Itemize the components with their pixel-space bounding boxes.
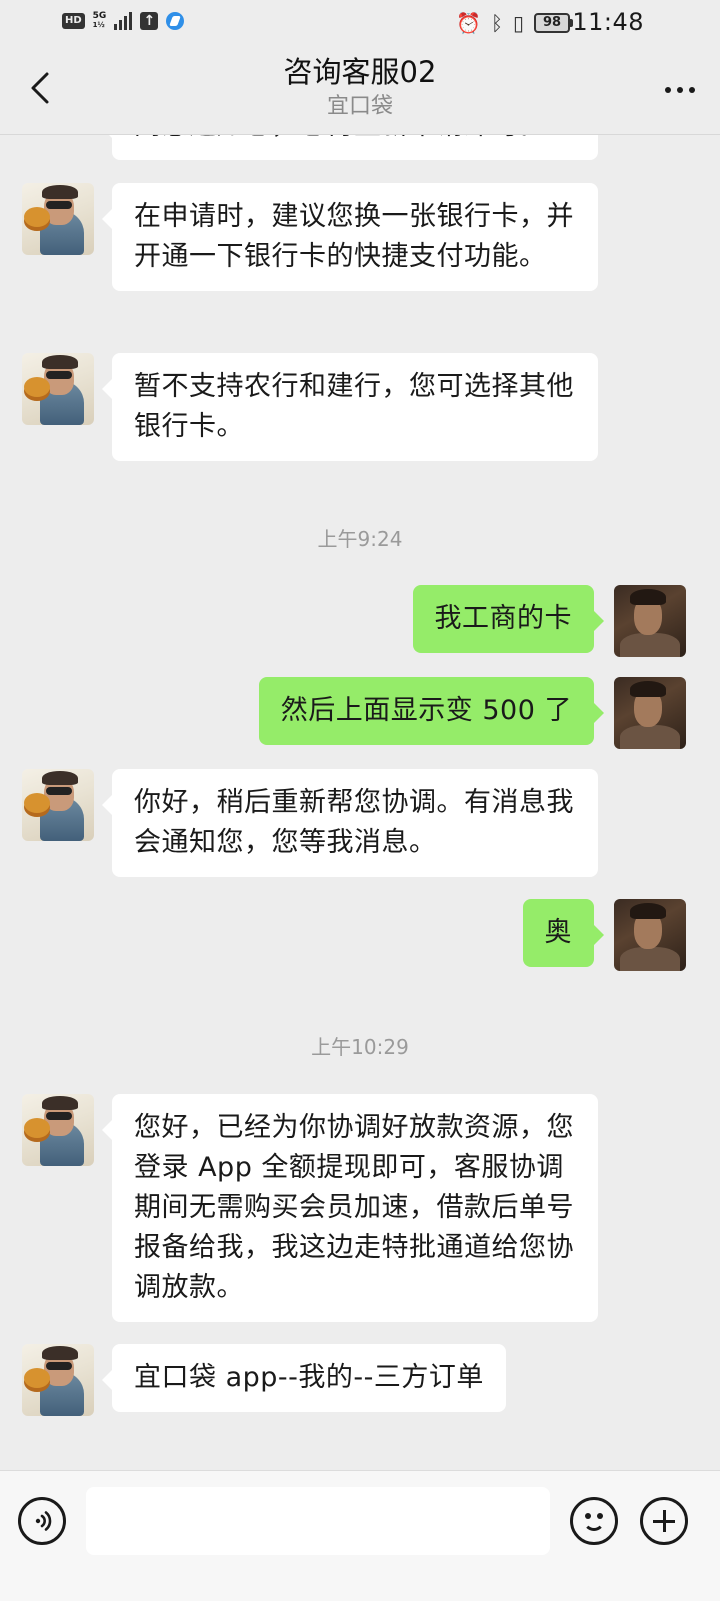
- page-title: 咨询客服02: [283, 55, 437, 89]
- voice-icon: [35, 1511, 52, 1531]
- more-functions-plus-button[interactable]: [640, 1497, 688, 1545]
- message-bubble[interactable]: 然后上面显示变 500 了: [258, 677, 605, 745]
- message-bubble[interactable]: 奥: [522, 899, 604, 967]
- user-avatar[interactable]: [614, 677, 686, 749]
- emoji-button[interactable]: [570, 1497, 618, 1545]
- network-type-top: 5G: [92, 11, 107, 21]
- agent-avatar[interactable]: [22, 1344, 94, 1416]
- message-bubble[interactable]: 在申请时，建议您换一张银行卡，并开通一下银行卡的快捷支付功能。: [102, 183, 598, 291]
- message-text-input[interactable]: [86, 1487, 550, 1555]
- page-subtitle: 宜口袋: [326, 94, 393, 119]
- more-dot-icon: [689, 87, 695, 93]
- network-type-bottom: 1½: [92, 21, 105, 29]
- message-bubble[interactable]: 宜口袋 app--我的--三方订单: [102, 1344, 506, 1412]
- message-input-bar: [0, 1470, 720, 1601]
- agent-avatar[interactable]: [22, 353, 94, 425]
- message-text: 我工商的卡: [434, 603, 572, 634]
- status-left-group: HD 5G 1½ ↑: [62, 12, 185, 30]
- more-dot-icon: [677, 87, 683, 93]
- battery-indicator: 98: [534, 13, 573, 33]
- voice-input-button[interactable]: [18, 1497, 66, 1545]
- user-avatar[interactable]: [614, 899, 686, 971]
- user-avatar[interactable]: [614, 585, 686, 657]
- more-options-button[interactable]: [658, 68, 702, 112]
- message-bubble[interactable]: 暂不支持农行和建行，您可选择其他银行卡。: [102, 353, 598, 461]
- bluetooth-icon: ᛒ: [490, 11, 503, 35]
- hd-badge: HD: [62, 13, 85, 29]
- app-notification-icon: [166, 12, 185, 30]
- vibrate-icon: ▯: [512, 11, 524, 35]
- timestamp-separator: 上午9:24: [317, 527, 403, 551]
- status-bar: HD 5G 1½ ↑ ⏰ ᛒ ▯ 98 11:48: [0, 0, 720, 48]
- agent-avatar[interactable]: [22, 769, 94, 841]
- emoji-icon: [585, 1513, 591, 1519]
- message-text: 您好，已经为你协调好放款资源，您登录 App 全额提现即可，客服协调期间无需购买…: [134, 1112, 574, 1303]
- message-bubble[interactable]: 您好，已经为你协调好放款资源，您登录 App 全额提现即可，客服协调期间无需购买…: [102, 1094, 598, 1322]
- message-text: 暂不支持农行和建行，您可选择其他银行卡。: [134, 371, 574, 442]
- status-time: 11:48: [572, 8, 644, 36]
- chat-header: 咨询客服02 宜口袋: [0, 48, 720, 135]
- message-text: 宜口袋 app--我的--三方订单: [134, 1362, 484, 1393]
- message-bubble[interactable]: 你好，稍后重新帮您协调。有消息我会通知您，您等我消息。: [102, 769, 598, 877]
- agent-avatar[interactable]: [22, 183, 94, 255]
- status-right-group: ⏰ ᛒ ▯ 98: [456, 11, 573, 35]
- alarm-icon: ⏰: [456, 11, 481, 35]
- message-bubble[interactable]: 我工商的卡: [412, 585, 604, 653]
- timestamp-separator: 上午10:29: [311, 1035, 409, 1059]
- agent-avatar[interactable]: [22, 1094, 94, 1166]
- message-text: 奥: [544, 917, 572, 948]
- message-text: 在申请时，建议您换一张银行卡，并开通一下银行卡的快捷支付功能。: [134, 201, 574, 272]
- message-text: 你好，稍后重新帮您协调。有消息我会通知您，您等我消息。: [134, 787, 574, 858]
- network-type: 5G 1½: [93, 12, 107, 30]
- signal-strength-icon: [114, 12, 133, 30]
- message-text: 然后上面显示变 500 了: [280, 695, 572, 726]
- more-dot-icon: [665, 87, 671, 93]
- chat-message-list[interactable]: 同意通知您，您再重新申请即可。 在申请时，建议您换一张银行卡，并开通一下银行卡的…: [0, 0, 720, 1600]
- upload-notification-icon: ↑: [140, 12, 159, 30]
